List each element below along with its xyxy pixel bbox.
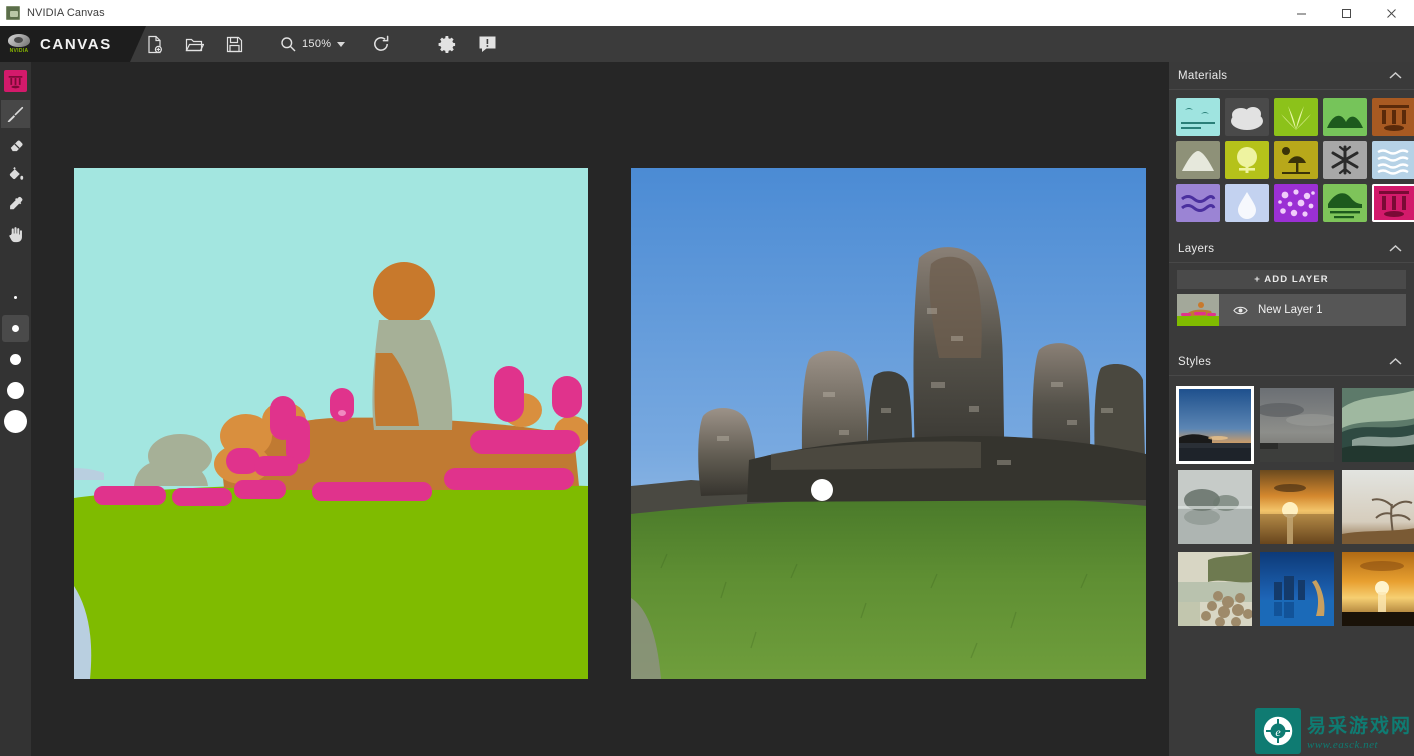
layer-row[interactable]: New Layer 1 — [1177, 294, 1406, 326]
brush-size-group — [0, 282, 31, 437]
styles-grid — [1169, 376, 1414, 626]
canvas-workspace[interactable] — [31, 62, 1169, 756]
product-name: CANVAS — [40, 35, 112, 53]
layers-title: Layers — [1178, 242, 1215, 255]
brush-size-s[interactable] — [2, 315, 29, 342]
nvidia-wordmark: NVIDIA — [9, 48, 29, 54]
material-desert[interactable] — [1274, 141, 1318, 179]
material-snow[interactable] — [1323, 141, 1367, 179]
segmentation-sketch-canvas[interactable] — [74, 168, 588, 679]
layers-header[interactable]: Layers — [1169, 235, 1414, 263]
eyedropper-tool[interactable] — [1, 190, 30, 218]
close-button[interactable] — [1369, 0, 1414, 26]
nvidia-app-icon — [6, 6, 20, 20]
layer-thumbnail — [1177, 294, 1219, 326]
materials-grid — [1169, 90, 1414, 231]
styles-title: Styles — [1178, 355, 1212, 368]
layer-name: New Layer 1 — [1258, 304, 1323, 316]
materials-title: Materials — [1178, 69, 1228, 82]
material-grass[interactable] — [1274, 98, 1318, 136]
brush-size-xl[interactable] — [2, 408, 29, 435]
material-river[interactable] — [1176, 184, 1220, 222]
material-hills[interactable] — [1323, 184, 1367, 222]
search-icon — [280, 36, 296, 52]
style-golden-sunset[interactable] — [1260, 470, 1334, 544]
material-bush[interactable] — [1225, 141, 1269, 179]
materials-header[interactable]: Materials — [1169, 62, 1414, 90]
window-title: NVIDIA Canvas — [27, 7, 105, 19]
tool-rail — [0, 62, 31, 756]
watermark-url: www.easck.net — [1306, 739, 1379, 751]
reset-view-icon[interactable] — [365, 29, 397, 59]
nvidia-eye-logo: NVIDIA — [6, 32, 32, 56]
material-hill[interactable] — [1323, 98, 1367, 136]
material-ruins[interactable] — [1372, 98, 1414, 136]
chevron-up-icon[interactable] — [1389, 353, 1402, 371]
window-titlebar: NVIDIA Canvas — [0, 0, 1414, 26]
bucket-tool[interactable] — [1, 160, 30, 188]
chevron-up-icon[interactable] — [1389, 240, 1402, 258]
brush-tool[interactable] — [1, 100, 30, 128]
style-blue-city[interactable] — [1260, 552, 1334, 626]
material-mountain[interactable] — [1176, 141, 1220, 179]
open-file-icon[interactable] — [178, 29, 210, 59]
style-misty-lake[interactable] — [1178, 470, 1252, 544]
zoom-control[interactable]: 150% — [280, 36, 346, 52]
material-cloud[interactable] — [1225, 98, 1269, 136]
brush-size-m[interactable] — [2, 346, 29, 373]
add-layer-button[interactable]: + ADD LAYER — [1177, 270, 1406, 289]
toolbar-actions: 150% — [138, 26, 511, 62]
chevron-up-icon[interactable] — [1389, 67, 1402, 85]
styles-header[interactable]: Styles — [1169, 348, 1414, 376]
maximize-button[interactable] — [1324, 0, 1369, 26]
new-document-icon[interactable] — [138, 29, 170, 59]
material-sky[interactable] — [1176, 98, 1220, 136]
brush-size-xs[interactable] — [2, 284, 29, 311]
style-lone-tree[interactable] — [1342, 470, 1414, 544]
save-file-icon[interactable] — [218, 29, 250, 59]
gear-icon[interactable] — [431, 29, 463, 59]
chevron-down-icon[interactable] — [337, 41, 346, 47]
style-orange-dusk[interactable] — [1342, 552, 1414, 626]
eraser-tool[interactable] — [1, 130, 30, 158]
material-water[interactable] — [1372, 141, 1414, 179]
style-rocky-shore[interactable] — [1178, 552, 1252, 626]
style-overcast[interactable] — [1260, 388, 1334, 462]
feedback-icon[interactable] — [471, 29, 503, 59]
zoom-level-value: 150% — [302, 38, 332, 50]
nvidia-canvas-window: NVIDIA Canvas NVIDIA CANVAS 150% Materia… — [0, 0, 1414, 756]
eye-icon[interactable] — [1233, 305, 1248, 316]
right-panel: Materials Layers + ADD LAYER New Layer 1… — [1169, 62, 1414, 756]
material-ruins-2[interactable] — [1372, 184, 1414, 222]
minimize-button[interactable] — [1279, 0, 1324, 26]
window-controls — [1279, 0, 1414, 26]
style-sunset-beach[interactable] — [1176, 386, 1254, 464]
brush-size-l[interactable] — [2, 377, 29, 404]
brand-block: NVIDIA CANVAS — [0, 26, 146, 62]
material-flowers[interactable] — [1274, 184, 1318, 222]
svg-text:e: e — [1275, 725, 1281, 739]
watermark-site-name: 易采游戏网 — [1306, 715, 1412, 737]
hand-tool[interactable] — [1, 220, 30, 248]
current-material-swatch[interactable] — [4, 70, 27, 92]
style-green-wave[interactable] — [1342, 388, 1414, 462]
ai-rendered-output-canvas[interactable] — [631, 168, 1146, 679]
easck-logo-icon: e — [1254, 708, 1301, 754]
material-sea[interactable] — [1225, 184, 1269, 222]
tool-buttons — [0, 98, 31, 248]
site-watermark: e 易采游戏网 www.easck.net — [1254, 708, 1412, 754]
app-toolbar: NVIDIA CANVAS 150% — [0, 26, 1414, 62]
